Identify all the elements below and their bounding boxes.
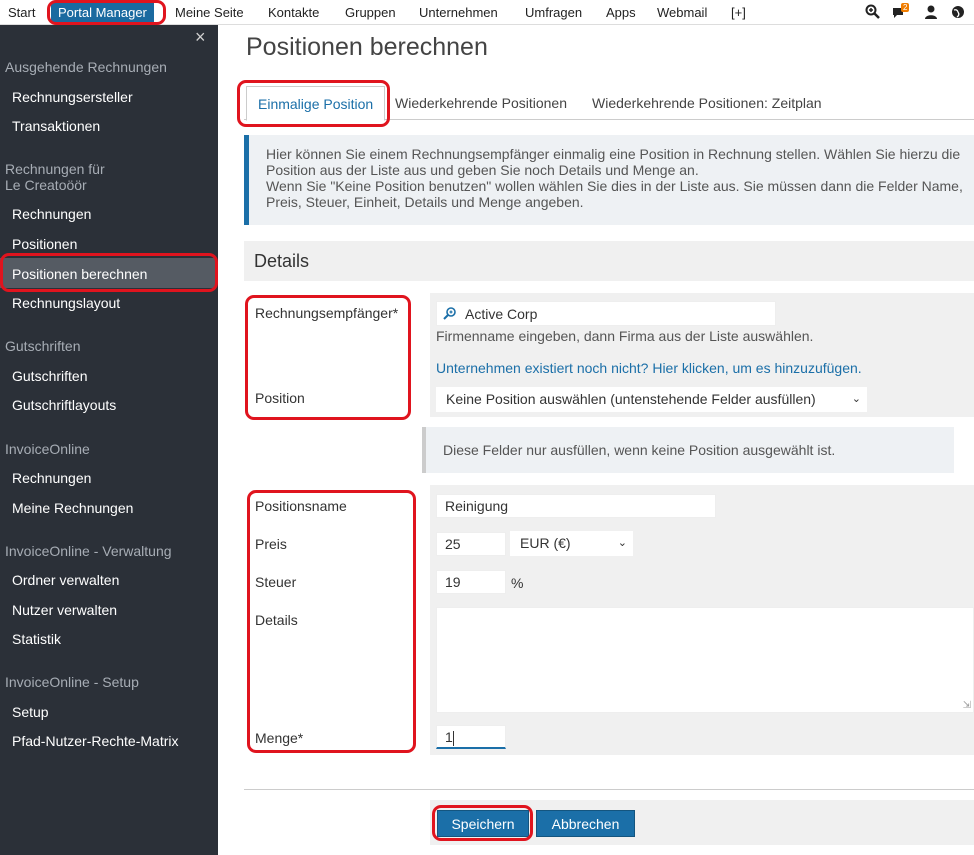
tax-unit: %	[511, 575, 524, 591]
sidebar-section-title: Ausgehende Rechnungen	[5, 59, 167, 75]
sidebar-item-gutschriftlayouts[interactable]: Gutschriftlayouts	[12, 397, 116, 413]
sidebar-item-pfad-nutzer-rechte-matrix[interactable]: Pfad-Nutzer-Rechte-Matrix	[12, 733, 179, 749]
currency-select[interactable]: EUR (€) ⌄	[510, 531, 633, 556]
sidebar-item-invoice-rechnungen[interactable]: Rechnungen	[12, 470, 91, 486]
page-title: Positionen berechnen	[246, 33, 488, 61]
add-company-link[interactable]: Unternehmen existiert noch nicht? Hier k…	[436, 360, 862, 376]
details-heading: Details	[254, 251, 310, 271]
sidebar-item-rechnungsersteller[interactable]: Rechnungsersteller	[12, 89, 133, 105]
info-box: Hier können Sie einem Rechnungsempfänger…	[244, 135, 974, 225]
search-icon	[442, 306, 458, 322]
nav-umfragen[interactable]: Umfragen	[525, 0, 582, 25]
sidebar-section-title: Rechnungen für Le Creatoöör	[5, 161, 105, 193]
notification-badge: 2	[901, 3, 910, 12]
recipient-label: Rechnungsempfänger*	[255, 305, 399, 321]
sidebar-item-positionen[interactable]: Positionen	[12, 236, 77, 252]
recipient-hint: Firmenname eingeben, dann Firma aus der …	[436, 328, 814, 344]
details-textarea[interactable]: ⇲	[436, 607, 974, 713]
chevron-down-icon: ⌄	[617, 537, 627, 549]
sidebar: × Ausgehende Rechnungen Rechnungserstell…	[0, 25, 218, 855]
sidebar-item-rechnungslayout[interactable]: Rechnungslayout	[12, 295, 120, 311]
preis-input[interactable]: 25	[436, 532, 506, 556]
nav-webmail[interactable]: Webmail	[657, 0, 707, 25]
sidebar-item-nutzer-verwalten[interactable]: Nutzer verwalten	[12, 602, 117, 618]
steuer-label: Steuer	[255, 574, 297, 590]
sidebar-item-positionen-berechnen[interactable]: Positionen berechnen	[12, 266, 147, 282]
sidebar-item-statistik[interactable]: Statistik	[12, 631, 61, 647]
position-label: Position	[255, 390, 305, 406]
note-box: Diese Felder nur ausfüllen, wenn keine P…	[422, 427, 954, 473]
recipient-input[interactable]: Active Corp	[436, 301, 776, 326]
position-select[interactable]: Keine Position auswählen (untenstehende …	[436, 387, 867, 412]
tab-wiederkehrende-zeitplan[interactable]: Wiederkehrende Positionen: Zeitplan	[592, 86, 822, 120]
info-text: Hier können Sie einem Rechnungsempfänger…	[266, 146, 963, 210]
cancel-button[interactable]: Abbrechen	[536, 810, 635, 837]
resize-handle-icon[interactable]: ⇲	[963, 701, 971, 711]
steuer-value: 19	[445, 574, 461, 590]
separator	[244, 789, 974, 790]
sidebar-item-transaktionen[interactable]: Transaktionen	[12, 118, 100, 134]
sidebar-item-meine-rechnungen[interactable]: Meine Rechnungen	[12, 500, 133, 516]
steuer-input[interactable]: 19	[436, 570, 506, 594]
details-header: Details	[244, 241, 974, 281]
sidebar-section-title: InvoiceOnline - Setup	[5, 674, 139, 690]
nav-add-more[interactable]: [+]	[731, 0, 746, 25]
currency-value: EUR (€)	[520, 535, 571, 551]
user-icon[interactable]	[922, 3, 940, 21]
globe-icon[interactable]	[949, 3, 967, 21]
menge-value: 1	[445, 729, 453, 745]
zoom-icon[interactable]	[864, 3, 882, 21]
save-button[interactable]: Speichern	[437, 810, 529, 837]
text-cursor	[452, 730, 454, 746]
sidebar-item-setup[interactable]: Setup	[12, 704, 49, 720]
menge-input[interactable]: 1	[436, 725, 506, 749]
nav-gruppen[interactable]: Gruppen	[345, 0, 396, 25]
nav-kontakte[interactable]: Kontakte	[268, 0, 319, 25]
sidebar-item-ordner-verwalten[interactable]: Ordner verwalten	[12, 572, 119, 588]
nav-meine-seite[interactable]: Meine Seite	[175, 0, 244, 25]
recipient-value: Active Corp	[465, 306, 538, 322]
positionsname-label: Positionsname	[255, 498, 347, 514]
sidebar-item-gutschriften[interactable]: Gutschriften	[12, 368, 87, 384]
position-select-value: Keine Position auswählen (untenstehende …	[446, 391, 816, 407]
details-label: Details	[255, 612, 298, 628]
sidebar-section-title: InvoiceOnline - Verwaltung	[5, 543, 172, 559]
positionsname-value: Reinigung	[445, 498, 509, 514]
nav-portal-manager[interactable]: Portal Manager	[51, 2, 154, 23]
sidebar-section-title: Gutschriften	[5, 338, 81, 354]
tab-einmalige-position[interactable]: Einmalige Position	[246, 86, 386, 121]
note-text: Diese Felder nur ausfüllen, wenn keine P…	[443, 442, 836, 458]
positionsname-input[interactable]: Reinigung	[436, 494, 716, 518]
sidebar-item-rechnungen[interactable]: Rechnungen	[12, 206, 91, 222]
chevron-down-icon: ⌄	[851, 393, 861, 405]
top-navigation-bar: Start Portal Manager Meine Seite Kontakt…	[0, 0, 974, 25]
sidebar-section-title: InvoiceOnline	[5, 441, 90, 457]
nav-unternehmen[interactable]: Unternehmen	[419, 0, 498, 25]
close-icon[interactable]: ×	[195, 28, 206, 46]
preis-label: Preis	[255, 536, 287, 552]
tab-bar: Einmalige Position Wiederkehrende Positi…	[244, 86, 974, 121]
tab-wiederkehrende-positionen[interactable]: Wiederkehrende Positionen	[395, 86, 567, 120]
nav-start[interactable]: Start	[8, 0, 35, 25]
menge-label: Menge*	[255, 730, 304, 746]
nav-apps[interactable]: Apps	[606, 0, 636, 25]
preis-value: 25	[445, 536, 461, 552]
